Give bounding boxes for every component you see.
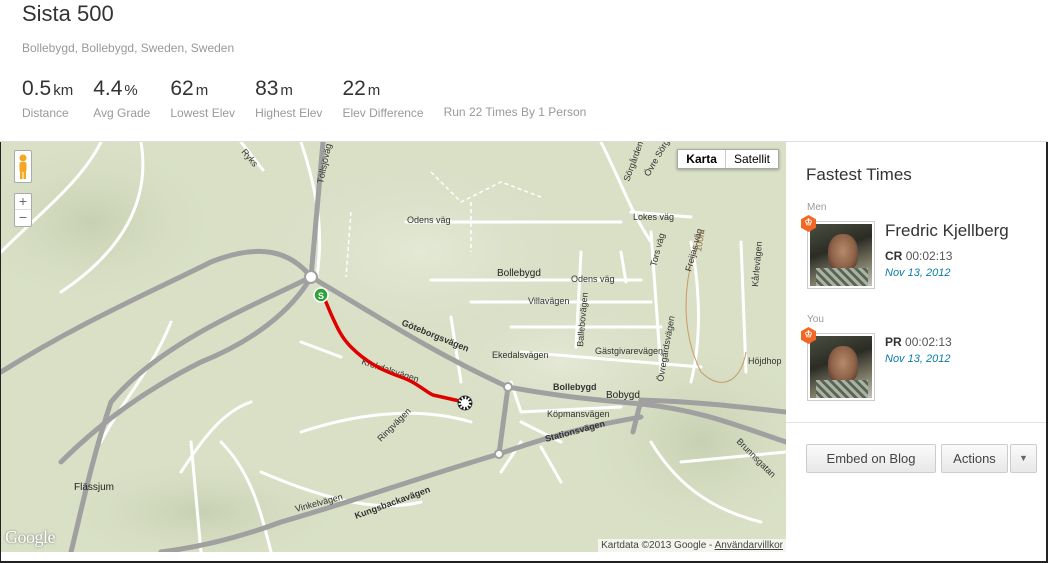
stat-lowest-elev-value: 62: [170, 77, 194, 100]
actions-button[interactable]: Actions: [941, 444, 1008, 473]
label-karlevagen: Kårlevägen: [750, 241, 764, 287]
stat-lowest-elev-label: Lowest Elev: [170, 106, 236, 120]
label-ryks: Ryks: [239, 147, 260, 169]
label-odens-vag-2: Odens väg: [571, 274, 615, 284]
segment-header: Sista 500 Bollebygd, Bollebygd, Sweden, …: [0, 0, 1048, 142]
label-bobygd: Bobygd: [606, 390, 640, 401]
cr-time-value: 00:02:13: [905, 249, 953, 263]
athlete-avatar[interactable]: [807, 333, 875, 401]
label-bollebygd-1: Bollebygd: [497, 268, 541, 279]
stat-lowest-elev: 62 m Lowest Elev: [170, 76, 235, 120]
stat-distance-label: Distance: [22, 106, 69, 120]
map-type-satellit-button[interactable]: Satellit: [724, 150, 778, 168]
pr-label: PR: [885, 335, 902, 349]
map-attribution: Kartdata ©2013 Google - Användarvillkor: [598, 539, 786, 552]
fastest-times-title: Fastest Times: [806, 165, 912, 184]
street-view-pegman[interactable]: [14, 150, 32, 183]
label-lokes-vag: Lokes väg: [633, 212, 674, 222]
google-logo[interactable]: Google: [5, 527, 56, 548]
map-type-control: Karta Satellit: [677, 149, 779, 169]
pr-time-value: 00:02:13: [905, 335, 952, 349]
athlete-avatar[interactable]: [807, 221, 875, 289]
stat-highest-elev-unit: m: [280, 82, 293, 99]
stat-lowest-elev-unit: m: [195, 82, 209, 99]
athlete-photo: [810, 224, 872, 286]
stat-elev-difference-unit: m: [367, 82, 381, 99]
stat-elev-difference-value: 22: [342, 77, 366, 100]
label-odens-vag-1: Odens väg: [407, 215, 451, 225]
stat-avg-grade-unit: %: [124, 82, 138, 99]
group-label-you: You: [807, 314, 824, 325]
stat-highest-elev-label: Highest Elev: [255, 106, 323, 120]
stat-highest-elev: 83 m Highest Elev: [255, 76, 322, 120]
embed-on-blog-button[interactable]: Embed on Blog: [806, 444, 936, 473]
zoom-control: + −: [14, 193, 32, 227]
segment-title: Sista 500: [22, 1, 114, 26]
terrain-shade: [1, 142, 231, 312]
leaderboard-entry-cr: ♔ Fredric Kjellberg CR 00:02:13 Nov 13, …: [801, 215, 1042, 291]
start-marker-label: S: [318, 291, 324, 301]
zoom-in-button[interactable]: +: [15, 194, 31, 210]
stat-avg-grade-value: 4.4: [93, 77, 123, 100]
zoom-out-button[interactable]: −: [15, 210, 31, 226]
stat-distance: 0.5 km Distance: [22, 76, 73, 120]
stat-distance-value: 0.5: [22, 77, 52, 100]
pr-date-link[interactable]: Nov 13, 2012: [885, 353, 950, 365]
finish-marker[interactable]: [457, 395, 473, 411]
label-hojdhojd: Höjdhop: [748, 356, 782, 366]
label-ekedalsvagen: Ekedalsvägen: [492, 350, 549, 360]
actions-dropdown-caret-icon[interactable]: ▼: [1010, 444, 1037, 473]
label-flassjum: Flässjum: [74, 482, 114, 493]
label-sorgarden: Sörgården: [621, 142, 645, 183]
pegman-icon: [19, 154, 27, 179]
stat-avg-grade: 4.4% Avg Grade: [93, 76, 150, 120]
cr-date-link[interactable]: Nov 13, 2012: [885, 267, 950, 279]
label-bollebygd-2: Bollebygd: [553, 382, 597, 392]
sidebar-divider: [786, 422, 1046, 423]
run-count: Run 22 Times By 1 Person: [443, 105, 587, 119]
map-type-karta-button[interactable]: Karta: [678, 150, 725, 168]
stat-elev-difference: 22 m Elev Difference: [342, 76, 423, 120]
athlete-photo: [810, 336, 872, 398]
stat-avg-grade-label: Avg Grade: [93, 106, 151, 120]
start-marker[interactable]: S: [313, 287, 329, 303]
fastest-times-sidebar: Fastest Times Men ♔ Fredric Kjellberg CR…: [786, 142, 1046, 552]
segment-location: Bollebygd, Bollebygd, Sweden, Sweden: [22, 41, 235, 55]
athlete-name-link[interactable]: Fredric Kjellberg: [885, 221, 1009, 241]
cr-time: CR 00:02:13: [885, 249, 952, 263]
stat-distance-unit: km: [53, 82, 74, 99]
pr-time: PR 00:02:13: [885, 335, 952, 349]
attribution-text: Kartdata ©2013 Google -: [601, 540, 715, 551]
segment-stats: 0.5 km Distance 4.4% Avg Grade 62 m Lowest…: [22, 76, 586, 120]
stat-elev-difference-label: Elev Difference: [342, 106, 424, 120]
label-kopmansvagen: Köpmansvägen: [547, 409, 610, 419]
terms-link[interactable]: Användarvillkor: [715, 540, 783, 551]
label-gastgivarevagen: Gästgivarevägen: [595, 346, 663, 356]
stat-highest-elev-value: 83: [255, 77, 279, 100]
map-canvas[interactable]: Töllsjöväg Ryks Odens väg Odens väg Loke…: [1, 142, 786, 552]
group-label-men: Men: [807, 202, 827, 213]
cr-label: CR: [885, 249, 903, 263]
label-ringvagen: Ringvägen: [375, 406, 412, 443]
label-villavagen: Villavägen: [528, 296, 569, 306]
segment-map[interactable]: Töllsjöväg Ryks Odens väg Odens väg Loke…: [1, 142, 786, 552]
leaderboard-entry-pr: ♔ PR 00:02:13 Nov 13, 2012: [801, 327, 1042, 403]
